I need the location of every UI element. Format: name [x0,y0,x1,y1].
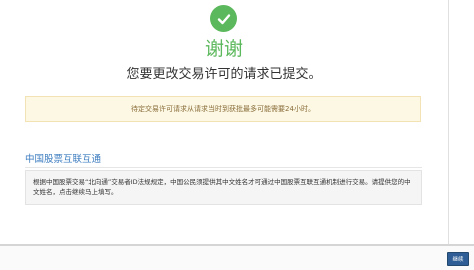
section-divider [25,167,422,168]
info-box: 根据中国股票交易“北向通”交易者ID法规规定，中国公民须提供其中文姓名才可通过中… [25,170,422,205]
info-box-text: 根据中国股票交易“北向通”交易者ID法规规定，中国公民须提供其中文姓名才可通过中… [33,178,411,196]
pending-notice: 待定交易许可请求从请求当时到获批最多可能需要24小时。 [25,96,421,122]
content-right-border [448,0,449,244]
submission-message: 您要更改交易许可的请求已提交。 [126,67,322,82]
continue-button[interactable]: 继续 [447,252,469,266]
pending-notice-text: 待定交易许可请求从请求当时到获批最多可能需要24小时。 [131,105,315,113]
footer-bar: 继续 [0,244,474,270]
check-circle-icon [210,5,237,32]
thanks-title: 谢谢 [204,38,243,60]
checkmark-icon [217,13,230,24]
confirmation-page: 谢谢 您要更改交易许可的请求已提交。 待定交易许可请求从请求当时到获批最多可能需… [0,0,474,270]
section-heading: 中国股票互联互通 [25,154,102,165]
